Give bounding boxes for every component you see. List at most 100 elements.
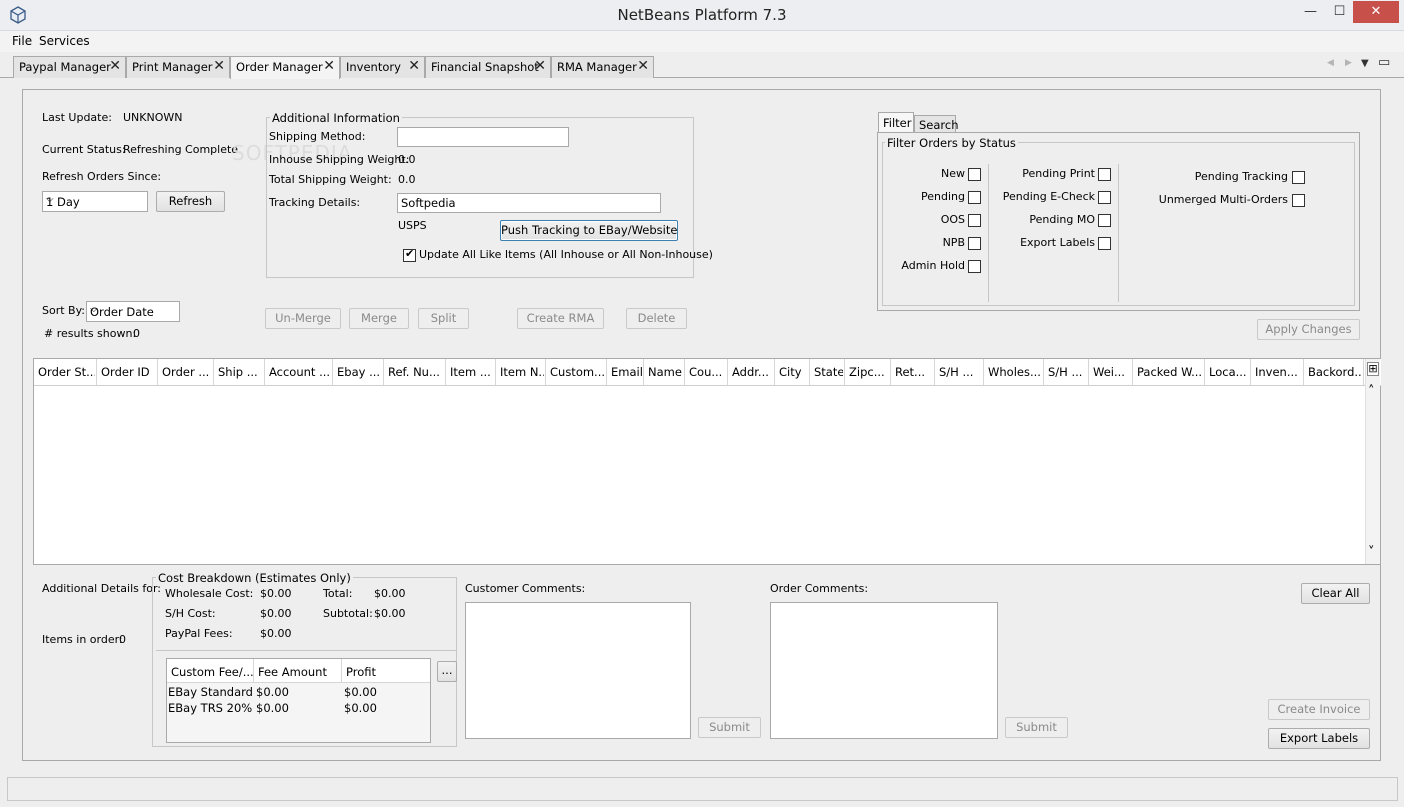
column-header[interactable]: Backord... xyxy=(1304,359,1364,385)
column-header[interactable]: Account ... xyxy=(265,359,333,385)
minimize-button[interactable]: — xyxy=(1297,1,1324,23)
order-comments-textarea[interactable] xyxy=(770,602,998,739)
tab-scroll-right-icon[interactable]: ▶ xyxy=(1345,58,1352,68)
column-header[interactable]: Cou... xyxy=(685,359,728,385)
column-header[interactable]: Item ... xyxy=(446,359,496,385)
column-header[interactable]: Addr... xyxy=(728,359,775,385)
tab-paypal-manager[interactable]: Paypal Manager ✕ xyxy=(13,56,126,78)
tab-close-icon[interactable]: ✕ xyxy=(408,58,420,74)
export-labels-button[interactable]: Export Labels xyxy=(1268,728,1370,749)
column-header-label: Ret... xyxy=(895,365,926,379)
refresh-button[interactable]: Refresh xyxy=(156,191,225,212)
column-header[interactable]: Item N... xyxy=(496,359,546,385)
column-header[interactable]: Wholes... xyxy=(984,359,1044,385)
column-header[interactable]: Ebay ... xyxy=(333,359,384,385)
split-button[interactable]: Split xyxy=(418,308,469,329)
menu-file[interactable]: File xyxy=(12,34,32,48)
filter-pending-tracking-checkbox[interactable] xyxy=(1292,171,1305,184)
filter-pending-checkbox[interactable] xyxy=(968,191,981,204)
tab-close-icon[interactable]: ✕ xyxy=(534,58,546,74)
column-header[interactable]: Email xyxy=(607,359,644,385)
scroll-down-icon[interactable]: ˅ xyxy=(1368,545,1375,560)
merge-button[interactable]: Merge xyxy=(349,308,409,329)
column-header[interactable]: Inven... xyxy=(1251,359,1304,385)
column-header[interactable]: S/H ... xyxy=(935,359,984,385)
filter-export-labels-checkbox[interactable] xyxy=(1098,237,1111,250)
column-header-label: Item ... xyxy=(450,365,491,379)
tab-financial-snapshot[interactable]: Financial Snapshot ✕ xyxy=(425,56,551,78)
create-rma-button[interactable]: Create RMA xyxy=(517,308,604,329)
clear-all-button[interactable]: Clear All xyxy=(1301,583,1370,604)
column-header[interactable]: Order ID xyxy=(97,359,158,385)
customer-comments-textarea[interactable] xyxy=(465,602,691,739)
submit-customer-comments-button[interactable]: Submit xyxy=(698,717,761,738)
table-row[interactable]: EBay TRS 20% $0.00 $0.00 xyxy=(167,701,430,717)
filter-npb-checkbox[interactable] xyxy=(968,237,981,250)
fee-column-header[interactable]: Custom Fee/... xyxy=(167,659,254,683)
column-header[interactable]: City xyxy=(775,359,810,385)
tab-filter[interactable]: Filter xyxy=(878,112,914,133)
fee-amount-cell: $0.00 xyxy=(256,701,289,715)
sort-by-select[interactable]: Order Date ⌵ xyxy=(86,301,180,322)
close-window-button[interactable]: ✕ xyxy=(1353,1,1399,23)
tab-close-icon[interactable]: ✕ xyxy=(323,58,335,74)
un-merge-button[interactable]: Un-Merge xyxy=(265,308,341,329)
filter-pending-mo-checkbox[interactable] xyxy=(1098,214,1111,227)
fee-amount-column-header[interactable]: Fee Amount xyxy=(254,659,342,683)
tab-inventory[interactable]: Inventory ✕ xyxy=(340,56,425,78)
column-header[interactable]: State xyxy=(810,359,845,385)
column-header[interactable]: Order St... xyxy=(34,359,97,385)
filter-new-checkbox[interactable] xyxy=(968,168,981,181)
tab-close-icon[interactable]: ✕ xyxy=(109,58,121,74)
column-header[interactable]: S/H ... xyxy=(1044,359,1089,385)
column-header[interactable]: Loca... xyxy=(1205,359,1251,385)
column-header[interactable]: Name xyxy=(644,359,685,385)
filter-oos-checkbox[interactable] xyxy=(968,214,981,227)
apply-changes-button[interactable]: Apply Changes xyxy=(1257,319,1360,340)
filter-admin-hold-checkbox[interactable] xyxy=(968,260,981,273)
tracking-details-value: Softpedia xyxy=(401,196,456,210)
shipping-method-field[interactable] xyxy=(397,127,569,147)
submit-order-comments-button[interactable]: Submit xyxy=(1005,717,1068,738)
maximize-button[interactable]: ☐ xyxy=(1326,1,1353,23)
tab-close-icon[interactable]: ✕ xyxy=(637,58,649,74)
create-invoice-button[interactable]: Create Invoice xyxy=(1268,699,1370,720)
tab-search[interactable]: Search xyxy=(914,115,959,133)
column-header[interactable]: Ref. Nu... xyxy=(384,359,446,385)
orders-vertical-scrollbar[interactable]: ⊞ ˄ ˅ xyxy=(1365,359,1380,564)
tab-close-icon[interactable]: ✕ xyxy=(213,58,225,74)
column-header-label: Item N... xyxy=(500,365,544,379)
filter-unmerged-multi-orders-checkbox[interactable] xyxy=(1292,194,1305,207)
column-header[interactable]: Wei... xyxy=(1089,359,1133,385)
tab-order-manager[interactable]: Order Manager ✕ xyxy=(230,56,340,79)
menu-services[interactable]: Services xyxy=(39,34,90,48)
refresh-since-select[interactable]: 1 Day ⌵ xyxy=(42,191,148,212)
column-header[interactable]: Packed W... xyxy=(1133,359,1205,385)
push-tracking-button[interactable]: Push Tracking to EBay/Website xyxy=(500,220,678,241)
tracking-details-field[interactable]: Softpedia xyxy=(397,193,661,213)
column-chooser-icon[interactable]: ⊞ xyxy=(1367,362,1379,376)
column-header[interactable]: Ship ... xyxy=(214,359,265,385)
table-row[interactable]: EBay Standard $0.00 $0.00 xyxy=(167,685,430,701)
column-header[interactable]: Custom... xyxy=(546,359,607,385)
delete-button[interactable]: Delete xyxy=(626,308,687,329)
filter-pending-echeck-checkbox[interactable] xyxy=(1098,191,1111,204)
custom-fee-table[interactable]: Custom Fee/... Fee Amount Profit EBay St… xyxy=(166,658,431,743)
fee-more-button[interactable]: ... xyxy=(437,661,457,682)
update-all-like-items-checkbox[interactable] xyxy=(403,247,416,262)
column-header[interactable]: Zipc... xyxy=(845,359,891,385)
column-header[interactable]: Order ... xyxy=(158,359,214,385)
restore-window-icon[interactable]: ▭ xyxy=(1378,55,1390,70)
tab-print-manager[interactable]: Print Manager ✕ xyxy=(126,56,230,78)
column-header-label: Wholes... xyxy=(988,365,1041,379)
tab-label: Inventory xyxy=(346,60,401,74)
profit-column-header[interactable]: Profit xyxy=(342,659,430,683)
tab-scroll-left-icon[interactable]: ◀ xyxy=(1327,58,1334,68)
scroll-up-icon[interactable]: ˄ xyxy=(1368,384,1375,399)
column-header[interactable]: Ret... xyxy=(891,359,935,385)
filter-pending-print-checkbox[interactable] xyxy=(1098,168,1111,181)
subtotal-value: $0.00 xyxy=(374,607,406,620)
orders-table[interactable]: Order St... Order ID Order ... Ship ... Acco… xyxy=(33,358,1381,565)
tab-rma-manager[interactable]: RMA Manager ✕ xyxy=(551,56,654,78)
tab-list-dropdown-icon[interactable]: ▼ xyxy=(1361,58,1369,69)
